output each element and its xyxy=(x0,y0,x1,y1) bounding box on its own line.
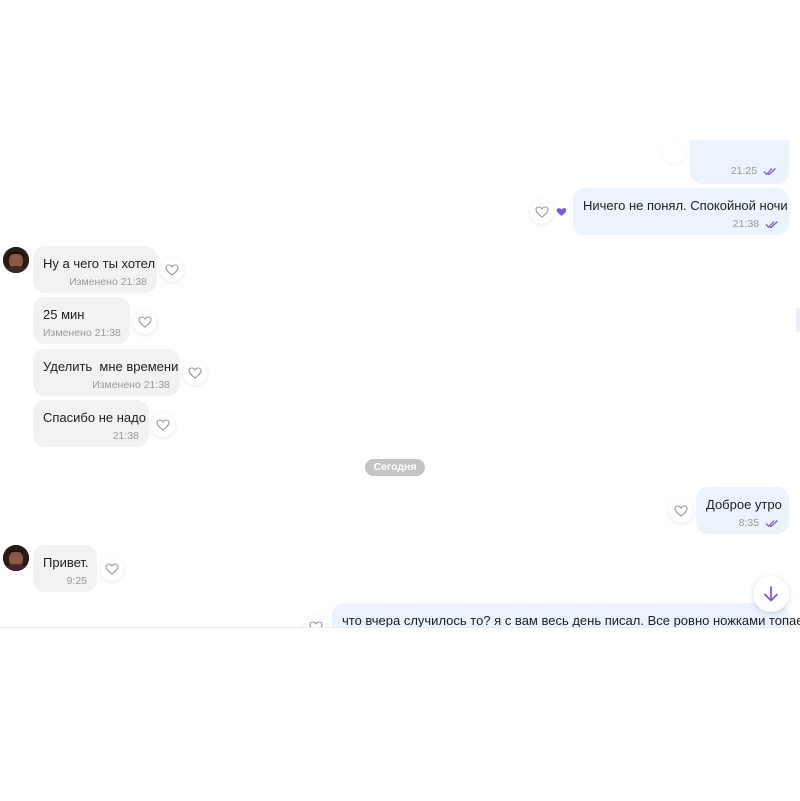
message-text: 25 мин xyxy=(43,307,85,322)
message-meta: 8:35 xyxy=(706,516,779,530)
outgoing-message-bubble[interactable]: что вчера случилось то? я с вам весь ден… xyxy=(332,603,800,627)
scrollbar-thumb[interactable] xyxy=(796,308,800,332)
message-text: что вчера случилось то? я с вам весь ден… xyxy=(342,613,800,627)
arrow-down-icon xyxy=(764,586,778,602)
chat-message-list[interactable]: 21:25 Ничего не понял. Спокойной ночи 21… xyxy=(0,0,800,627)
incoming-message-bubble[interactable]: Привет. 9:25 xyxy=(33,545,97,592)
like-button[interactable] xyxy=(133,310,157,334)
message-time: Изменено 21:38 xyxy=(43,327,121,339)
message-time: Изменено 21:38 xyxy=(92,379,170,391)
incoming-message-bubble[interactable]: Уделить мне времени Изменено 21:38 xyxy=(33,349,180,396)
blank-area xyxy=(0,627,800,801)
heart-outline-icon xyxy=(188,367,202,379)
contact-avatar[interactable] xyxy=(3,545,29,571)
like-button[interactable] xyxy=(183,361,207,385)
like-button[interactable] xyxy=(304,615,328,627)
message-time: Изменено 21:38 xyxy=(69,276,147,288)
message-meta: 21:25 xyxy=(731,164,777,178)
message-time: 21:25 xyxy=(730,165,758,177)
scroll-to-bottom-button[interactable] xyxy=(753,576,789,612)
double-check-icon xyxy=(763,167,776,175)
message-text: Уделить мне времени xyxy=(43,359,179,374)
heart-outline-icon xyxy=(165,264,179,276)
heart-outline-icon xyxy=(535,206,549,218)
like-button[interactable] xyxy=(530,200,554,224)
outgoing-message-bubble[interactable]: 21:25 xyxy=(690,140,789,184)
message-text: Доброе утро xyxy=(706,497,782,512)
double-check-icon xyxy=(765,220,778,228)
date-separator: Сегодня xyxy=(365,459,425,476)
contact-avatar[interactable] xyxy=(3,247,29,273)
message-text: Привет. xyxy=(43,555,89,570)
outgoing-message-bubble[interactable]: Доброе утро 8:35 xyxy=(696,487,789,534)
incoming-message-bubble[interactable]: 25 мин Изменено 21:38 xyxy=(33,297,130,344)
heart-outline-icon xyxy=(105,563,119,575)
message-text: Ну а чего ты хотел xyxy=(43,256,156,271)
message-time: 9:25 xyxy=(66,575,87,587)
like-button[interactable] xyxy=(663,142,685,164)
double-check-icon xyxy=(765,519,778,527)
message-time: 21:38 xyxy=(112,430,139,442)
like-button[interactable] xyxy=(100,557,124,581)
incoming-message-bubble[interactable]: Спасибо не надо 21:38 xyxy=(33,400,149,447)
like-button[interactable] xyxy=(151,413,175,437)
heart-filled-icon xyxy=(555,206,567,218)
like-button[interactable] xyxy=(160,258,184,282)
heart-outline-icon xyxy=(156,419,170,431)
message-text: Спасибо не надо xyxy=(43,410,146,425)
outgoing-message-bubble[interactable]: Ничего не понял. Спокойной ночи 21:38 xyxy=(573,188,789,235)
incoming-message-bubble[interactable]: Ну а чего ты хотел Изменено 21:38 xyxy=(33,246,157,293)
message-time: 21:38 xyxy=(732,218,760,230)
like-button[interactable] xyxy=(669,499,693,523)
heart-outline-icon xyxy=(138,316,152,328)
heart-outline-icon xyxy=(674,505,688,517)
message-time: 8:35 xyxy=(738,517,760,529)
message-text: Ничего не понял. Спокойной ночи xyxy=(583,198,788,213)
message-meta: 21:38 xyxy=(583,217,779,231)
